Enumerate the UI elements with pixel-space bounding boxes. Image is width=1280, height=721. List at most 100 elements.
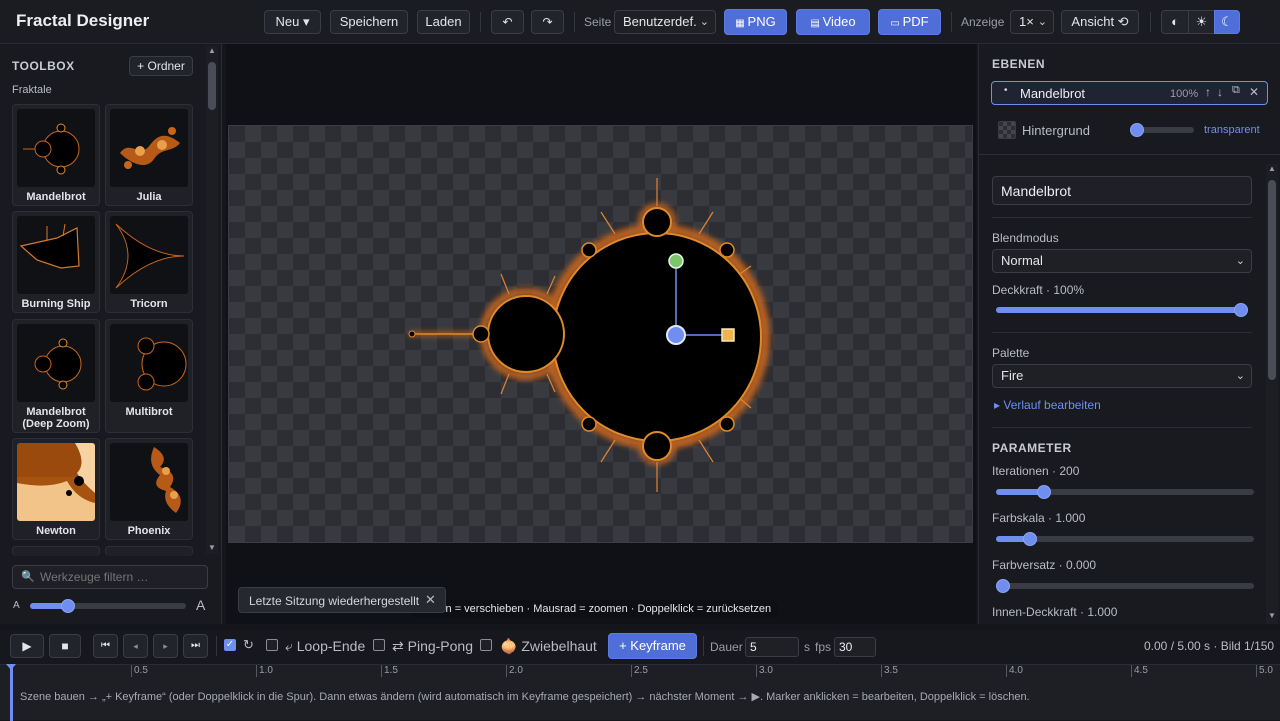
- skip-forward-icon: ⏭: [191, 640, 200, 651]
- close-icon[interactable]: ✕: [1249, 85, 1259, 99]
- new-button[interactable]: Neu ▾: [264, 10, 321, 34]
- timeline-tick: 4.0: [1006, 665, 1023, 677]
- toolbox-item-mandelbrot[interactable]: Mandelbrot: [12, 104, 100, 206]
- color-scale-slider[interactable]: [996, 532, 1254, 546]
- filter-input[interactable]: [40, 568, 200, 586]
- last-frame-button[interactable]: ⏭: [183, 634, 208, 658]
- loop-end-checkbox[interactable]: [266, 639, 278, 651]
- close-icon[interactable]: ✕: [425, 592, 436, 608]
- transform-gizmo[interactable]: [229, 126, 974, 544]
- scale-handle[interactable]: [721, 328, 735, 342]
- toolbox-item-partial[interactable]: [12, 546, 100, 556]
- toolbox-item-julia[interactable]: Julia: [105, 104, 193, 206]
- duplicate-icon[interactable]: ⧉: [1232, 84, 1240, 97]
- timeline-track[interactable]: 0.5 1.0 1.5 2.0 2.5 3.0 3.5 4.0 4.5 5.0 Szene bau…: [0, 664, 1280, 721]
- export-video-button[interactable]: ▤ Video: [796, 9, 870, 35]
- theme-light-button[interactable]: ☀: [1188, 10, 1215, 34]
- thumbnail-size-slider[interactable]: [30, 599, 186, 613]
- size-large-label: A: [196, 597, 206, 613]
- toolbox-item-tricorn[interactable]: Tricorn: [105, 211, 193, 313]
- blend-mode-value: Normal: [1001, 253, 1043, 268]
- slider-thumb[interactable]: [1234, 303, 1248, 317]
- toolbox-item-mandelbrot-deep-zoom[interactable]: Mandelbrot (Deep Zoom): [12, 319, 100, 433]
- panel-divider: [979, 154, 1280, 155]
- save-button[interactable]: Speichern: [330, 10, 408, 34]
- color-offset-slider[interactable]: [996, 579, 1254, 593]
- ping-pong-checkbox[interactable]: [373, 639, 385, 651]
- toolbox-item-burning-ship[interactable]: Burning Ship: [12, 211, 100, 313]
- fractal-canvas[interactable]: [228, 125, 973, 543]
- scroll-down-icon[interactable]: ▼: [1268, 611, 1276, 620]
- theme-contrast-button[interactable]: ◐: [1161, 10, 1189, 34]
- page-size-select[interactable]: Benutzerdef. ⌄: [614, 10, 716, 34]
- filter-field[interactable]: 🔍: [12, 565, 208, 589]
- load-button[interactable]: Laden: [417, 10, 470, 34]
- play-icon: ▶: [22, 639, 32, 653]
- ping-pong-label: ⇄ Ping-Pong: [392, 638, 473, 654]
- scrollbar-thumb[interactable]: [1268, 180, 1276, 380]
- background-opacity-slider[interactable]: [1130, 123, 1194, 137]
- size-small-label: A: [13, 600, 20, 611]
- view-button[interactable]: Ansicht ⟲: [1061, 10, 1139, 34]
- session-toast: Letzte Sitzung wiederhergestellt ✕: [238, 587, 446, 613]
- toolbox-item-phoenix[interactable]: Phoenix: [105, 438, 193, 540]
- playhead[interactable]: [10, 665, 13, 721]
- toolbar-divider: [1150, 12, 1151, 32]
- scroll-down-icon[interactable]: ▼: [208, 543, 216, 552]
- loop-checkbox[interactable]: ✓: [224, 639, 236, 651]
- fps-input[interactable]: [834, 637, 876, 657]
- image-icon: ▦: [735, 18, 748, 29]
- undo-icon: ↶: [502, 15, 513, 29]
- section-divider: [992, 427, 1252, 428]
- add-folder-button[interactable]: + Ordner: [129, 56, 193, 76]
- undo-button[interactable]: ↶: [491, 10, 524, 34]
- slider-thumb[interactable]: [1130, 123, 1144, 137]
- export-pdf-button[interactable]: ▭ PDF: [878, 9, 941, 35]
- onion-skin-checkbox[interactable]: [480, 639, 492, 651]
- slider-thumb[interactable]: [1022, 532, 1037, 546]
- timeline-tick: 0.5: [131, 665, 148, 677]
- redo-button[interactable]: ↷: [531, 10, 564, 34]
- background-value: transparent: [1204, 124, 1260, 136]
- scroll-up-icon[interactable]: ▲: [1268, 164, 1276, 173]
- edit-gradient-link[interactable]: ▸ Verlauf bearbeiten: [994, 398, 1101, 412]
- theme-dark-button[interactable]: ☾: [1214, 10, 1240, 34]
- arrow-up-icon[interactable]: ↑: [1205, 85, 1211, 99]
- move-handle[interactable]: [666, 325, 686, 345]
- stop-button[interactable]: ■: [49, 634, 81, 658]
- arrow-down-icon[interactable]: ↓: [1217, 85, 1223, 99]
- loop-end-label: ⤶ Loop-Ende: [285, 638, 366, 654]
- layer-row-mandelbrot[interactable]: • Mandelbrot 100% ↑ ↓ ⧉ ✕: [991, 81, 1268, 105]
- toolbox-item-partial[interactable]: [105, 546, 193, 556]
- toolbox-title: TOOLBOX: [12, 59, 75, 73]
- add-keyframe-button[interactable]: + Keyframe: [608, 633, 697, 659]
- toolbox-item-multibrot[interactable]: Multibrot: [105, 319, 193, 433]
- julia-thumbnail: [110, 109, 188, 187]
- blend-mode-select[interactable]: Normal ⌄: [992, 249, 1252, 273]
- display-scale-select[interactable]: 1× ⌄: [1010, 10, 1054, 34]
- scroll-up-icon[interactable]: ▲: [208, 46, 216, 55]
- toolbox-item-newton[interactable]: Newton: [12, 438, 100, 540]
- layer-name-field[interactable]: [992, 176, 1252, 205]
- slider-thumb[interactable]: [996, 579, 1010, 593]
- rotate-handle[interactable]: [668, 253, 684, 269]
- next-frame-button[interactable]: ▸: [153, 634, 178, 658]
- export-png-button[interactable]: ▦ PNG: [724, 9, 787, 35]
- playhead-marker-icon[interactable]: [6, 664, 16, 670]
- iterations-slider[interactable]: [996, 485, 1254, 499]
- properties-scrollbar[interactable]: ▲ ▼: [1266, 164, 1278, 624]
- canvas-hint: Ziehen = verschieben · Mausrad = zoomen …: [410, 600, 780, 618]
- prev-frame-button[interactable]: ◂: [123, 634, 148, 658]
- toolbox-scrollbar[interactable]: ▲ ▼: [206, 46, 218, 554]
- play-button[interactable]: ▶: [10, 634, 44, 658]
- palette-select[interactable]: Fire ⌄: [992, 364, 1252, 388]
- newton-thumbnail: [17, 443, 95, 521]
- tile-label: Multibrot: [125, 406, 173, 418]
- opacity-slider[interactable]: [996, 303, 1248, 317]
- mandelbrot-thumbnail: [17, 109, 95, 187]
- duration-input[interactable]: [745, 637, 799, 657]
- first-frame-button[interactable]: ⏮: [93, 634, 118, 658]
- png-label: PNG: [747, 14, 776, 29]
- bullet-icon: •: [1004, 85, 1008, 96]
- scrollbar-thumb[interactable]: [208, 62, 216, 110]
